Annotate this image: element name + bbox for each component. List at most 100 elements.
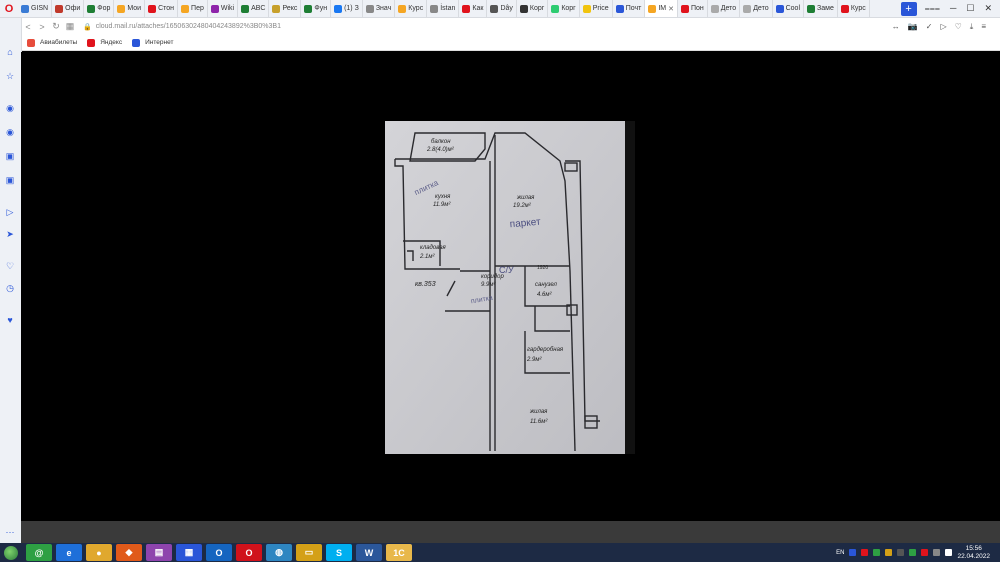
vk-icon[interactable]: ▣ bbox=[4, 150, 16, 162]
tray-icon[interactable] bbox=[885, 549, 893, 556]
tab-strip: GISN Офи Фор Мои Стон Пер Wiki ABC Рекс Фун (1) З З… bbox=[18, 0, 897, 17]
tab-18[interactable]: Price bbox=[580, 0, 613, 17]
tab-22[interactable]: Дето bbox=[708, 0, 741, 17]
tab-1[interactable]: Офи bbox=[52, 0, 85, 17]
tab-4[interactable]: Стон bbox=[145, 0, 179, 17]
tabs-grid-icon[interactable]: ▦ bbox=[63, 21, 77, 32]
tab-label: Мои bbox=[127, 5, 142, 12]
menu-icon[interactable]: ≡ bbox=[981, 22, 986, 32]
tray-icon[interactable] bbox=[897, 549, 905, 556]
close-window-icon[interactable]: ✕ bbox=[984, 3, 992, 14]
reload-icon[interactable]: ↻ bbox=[49, 21, 63, 32]
forward-icon[interactable]: > bbox=[35, 22, 49, 32]
tab-13[interactable]: İstan bbox=[427, 0, 460, 17]
bookmark-item[interactable]: Авиабилеты bbox=[27, 38, 77, 47]
language-indicator[interactable]: EN bbox=[836, 550, 844, 556]
star-icon[interactable]: ☆ bbox=[4, 70, 16, 82]
tab-label: Корг bbox=[561, 5, 576, 12]
tray-icon[interactable] bbox=[909, 549, 917, 556]
tab-20[interactable]: IM ✕ bbox=[645, 0, 678, 17]
flag-icon bbox=[462, 4, 471, 13]
tab-16[interactable]: Корг bbox=[517, 0, 549, 17]
lock-icon: 🔒 bbox=[83, 23, 92, 31]
circle-icon bbox=[710, 4, 719, 13]
windows-logo-icon bbox=[4, 545, 18, 560]
tab-9[interactable]: Фун bbox=[301, 0, 332, 17]
tab-23[interactable]: Дето bbox=[740, 0, 773, 17]
new-tab-button[interactable]: + bbox=[900, 1, 917, 16]
tab-17[interactable]: Корг bbox=[548, 0, 580, 17]
ie-app[interactable]: e bbox=[56, 544, 82, 561]
close-tab-icon[interactable]: ✕ bbox=[668, 5, 674, 13]
bookmark-item[interactable]: Яндекс bbox=[87, 38, 122, 47]
tab-label: Price bbox=[592, 5, 609, 12]
bookmark-item[interactable]: Интернет bbox=[132, 38, 173, 47]
tab-8[interactable]: Рекс bbox=[269, 0, 302, 17]
tab-15[interactable]: Dây bbox=[487, 0, 517, 17]
download-icon[interactable]: ⤓ bbox=[970, 22, 974, 32]
clock[interactable]: 15:56 22.04.2022 bbox=[957, 545, 990, 561]
tray-icon[interactable] bbox=[849, 549, 857, 556]
tab-12[interactable]: Курс bbox=[395, 0, 428, 17]
heart-icon[interactable]: ♡ bbox=[4, 260, 16, 272]
send-icon[interactable]: ▷ bbox=[940, 22, 946, 32]
winrar-app[interactable]: ▤ bbox=[146, 544, 172, 561]
tab-14[interactable]: Как bbox=[459, 0, 488, 17]
facebook-icon bbox=[334, 4, 343, 13]
tray-icon[interactable] bbox=[945, 549, 953, 556]
tab-3[interactable]: Мои bbox=[114, 0, 146, 17]
url-field[interactable]: 🔒 cloud.mail.ru/attaches/165063024804042… bbox=[83, 23, 281, 31]
minimize-icon[interactable]: ─ bbox=[950, 3, 956, 14]
word-app[interactable]: W bbox=[356, 544, 382, 561]
tab-10[interactable]: (1) З bbox=[331, 0, 363, 17]
save-app[interactable]: ▦ bbox=[176, 544, 202, 561]
tab-7[interactable]: ABC bbox=[238, 0, 270, 17]
tab-0[interactable]: GISN bbox=[18, 0, 53, 17]
start-button[interactable] bbox=[0, 543, 22, 562]
tray-icon[interactable] bbox=[933, 549, 941, 556]
tab-6[interactable]: Wiki bbox=[208, 0, 239, 17]
tab-26[interactable]: Курс bbox=[838, 0, 870, 17]
tab-5[interactable]: Пер bbox=[178, 0, 208, 17]
tab-25[interactable]: Заме bbox=[804, 0, 838, 17]
media-app[interactable]: ◍ bbox=[266, 544, 292, 561]
more-icon[interactable]: ··· bbox=[4, 526, 16, 538]
tray-icon[interactable] bbox=[873, 549, 881, 556]
brave-app[interactable]: ◆ bbox=[116, 544, 142, 561]
maximize-icon[interactable]: ☐ bbox=[966, 3, 974, 14]
tab-19[interactable]: Почт bbox=[613, 0, 646, 17]
share-icon[interactable]: ↔ bbox=[892, 22, 900, 32]
tray-icon[interactable] bbox=[921, 549, 929, 556]
onec-app[interactable]: 1С bbox=[386, 544, 412, 561]
messenger-icon[interactable]: ◉ bbox=[4, 102, 16, 114]
outlook-app[interactable]: O bbox=[206, 544, 232, 561]
tab-11[interactable]: Знач bbox=[363, 0, 396, 17]
player-icon[interactable]: ▷ bbox=[4, 206, 16, 218]
square-icon bbox=[519, 4, 528, 13]
explorer-app[interactable]: ▭ bbox=[296, 544, 322, 561]
tab-menu-icon[interactable]: ⩶ bbox=[925, 3, 940, 14]
send-icon[interactable]: ➤ bbox=[4, 228, 16, 240]
snapshot-icon[interactable]: 📷 bbox=[908, 22, 918, 32]
back-icon[interactable]: < bbox=[21, 22, 35, 32]
tab-2[interactable]: Фор bbox=[84, 0, 115, 17]
instagram-icon[interactable]: ▣ bbox=[4, 174, 16, 186]
home-icon[interactable]: ⌂ bbox=[4, 46, 16, 58]
opera-app[interactable]: O bbox=[236, 544, 262, 561]
tab-24[interactable]: Cool bbox=[773, 0, 805, 17]
tab-label: İstan bbox=[440, 5, 456, 12]
chrome-app[interactable]: ● bbox=[86, 544, 112, 561]
tab-label: Рекс bbox=[282, 5, 298, 12]
tab-label: GISN bbox=[31, 5, 49, 12]
history-icon[interactable]: ◷ bbox=[4, 282, 16, 294]
whatsapp-icon[interactable]: ◉ bbox=[4, 126, 16, 138]
tab-21[interactable]: Пон bbox=[678, 0, 708, 17]
skype-app[interactable]: S bbox=[326, 544, 352, 561]
tray-icon[interactable] bbox=[861, 549, 869, 556]
opera-logo[interactable]: O bbox=[0, 0, 18, 17]
smile-icon bbox=[181, 4, 190, 13]
mail-agent-app[interactable]: @ bbox=[26, 544, 52, 561]
vpn-icon[interactable]: ✓ bbox=[926, 22, 933, 32]
pin-icon[interactable]: ♥ bbox=[4, 314, 16, 326]
heart-icon[interactable]: ♡ bbox=[955, 22, 962, 32]
